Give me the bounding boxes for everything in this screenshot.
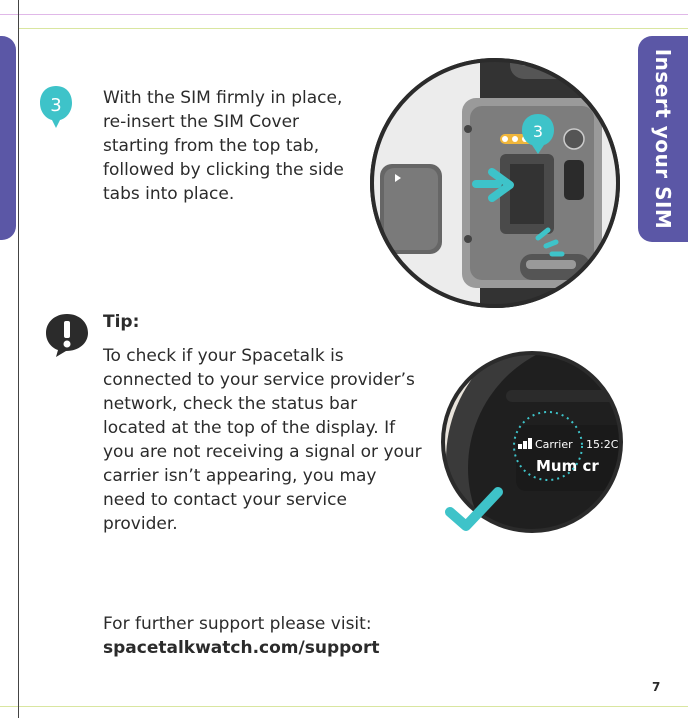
trim-line-top-inner <box>18 28 688 29</box>
watch-status-bar-illustration: Carrier 15:2C Mum cr <box>441 351 623 533</box>
section-tab: Insert your SIM <box>638 36 688 242</box>
page-number: 7 <box>652 680 661 694</box>
svg-text:3: 3 <box>50 95 61 116</box>
support-info: For further support please visit: spacet… <box>103 612 423 660</box>
tip-heading: Tip: <box>103 312 140 332</box>
svg-text:3: 3 <box>533 122 543 141</box>
left-section-tab <box>0 36 16 240</box>
section-tab-label: Insert your SIM <box>651 48 675 230</box>
tip-alert-icon <box>46 314 88 357</box>
step-number-badge-icon: 3 <box>40 86 72 128</box>
svg-text:Mum cr: Mum cr <box>536 457 599 475</box>
tip-body: To check if your Spacetalk is connected … <box>103 346 422 534</box>
step-instruction: With the SIM firmly in place, re-insert … <box>103 88 344 204</box>
support-lead: For further support please visit: <box>103 614 372 634</box>
watch-sim-cover-illustration: 3 <box>370 58 620 308</box>
trim-line-bottom <box>0 706 688 707</box>
support-link[interactable]: spacetalkwatch.com/support <box>103 636 423 660</box>
trim-line-top <box>0 14 688 15</box>
svg-text:15:2C: 15:2C <box>586 438 619 451</box>
svg-text:Carrier: Carrier <box>535 438 573 451</box>
trim-line-left <box>18 0 19 718</box>
